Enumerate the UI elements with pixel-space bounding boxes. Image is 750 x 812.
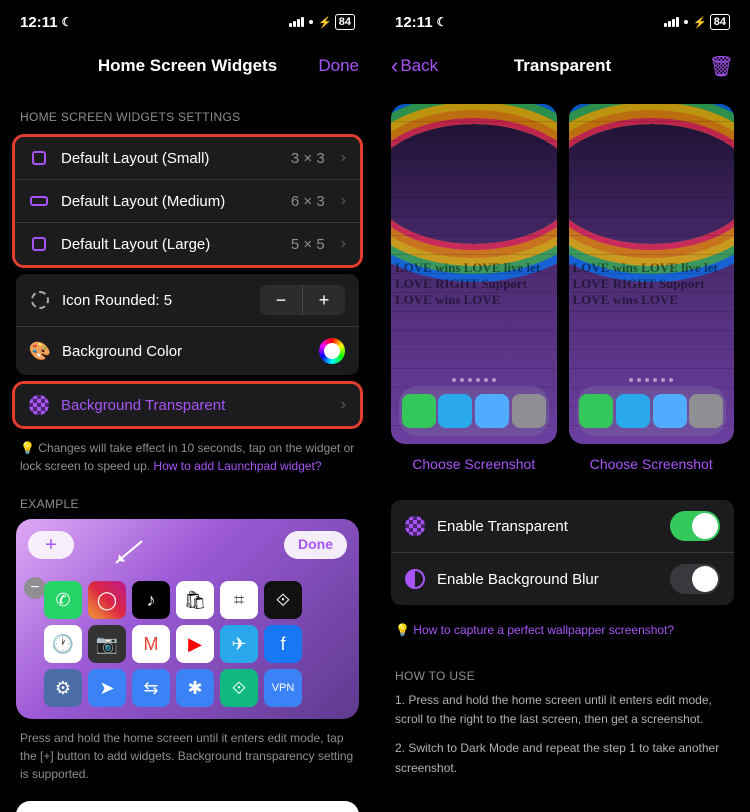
row-layout-small[interactable]: Default Layout (Small) 3 × 3 › xyxy=(15,137,360,180)
chevron-right-icon: › xyxy=(341,235,346,253)
howto-step-2: 2. Switch to Dark Mode and repeat the st… xyxy=(395,739,730,777)
row-label: Background Transparent xyxy=(61,397,325,414)
signal-icon xyxy=(289,17,304,27)
choose-screenshot-button[interactable]: Choose Screenshot xyxy=(569,444,735,476)
example-preview: + Done − ✆ ◯ ♪ 🛍 ⌗ ⟐ 🕐 📷 M ▶ ✈ f ⚙ xyxy=(16,519,359,719)
page-title: Home Screen Widgets xyxy=(98,56,277,76)
nav-bar: ‹ Back Transparent 🗑 xyxy=(375,44,750,88)
battery-icon: ⚡ 84 xyxy=(693,14,730,30)
screenshot-preview-dark[interactable]: LOVE wins LOVE live let LOVE RIGHT Suppo… xyxy=(569,104,735,444)
status-time: 12:11 xyxy=(395,14,433,31)
row-enable-transparent: Enable Transparent xyxy=(391,500,734,553)
launcher-box-card[interactable]: 🚀 Launcher Box (New) Lock Launcher Show … xyxy=(16,801,359,812)
section-header-example: EXAMPLE xyxy=(16,475,359,519)
nav-bar: Home Screen Widgets Done xyxy=(0,44,375,88)
row-label: Background Color xyxy=(62,343,307,360)
half-circle-icon xyxy=(405,569,425,589)
square-icon xyxy=(29,234,49,254)
chevron-right-icon: › xyxy=(341,149,346,167)
howto-step-1: 1. Press and hold the home screen until … xyxy=(395,691,730,729)
row-enable-blur: Enable Background Blur xyxy=(391,553,734,605)
stepper-plus[interactable]: + xyxy=(303,285,345,315)
dnd-moon-icon: ☾ xyxy=(437,15,448,29)
screen-widgets: 12:11 ☾ ⚡ 84 Home Screen Widgets Done HO… xyxy=(0,0,375,812)
row-value: 5 × 5 xyxy=(291,236,325,253)
checker-icon xyxy=(29,395,49,415)
done-pill: Done xyxy=(284,531,347,559)
section-header-howto: HOW TO USE xyxy=(375,647,750,691)
row-icon-rounded: Icon Rounded: 5 − + xyxy=(16,274,359,327)
signal-icon xyxy=(664,17,679,27)
status-bar: 12:11 ☾ ⚡ 84 xyxy=(375,0,750,44)
capture-tip-link[interactable]: How to capture a perfect wallpapper scre… xyxy=(413,623,674,637)
row-label: Default Layout (Small) xyxy=(61,150,279,167)
rectangle-icon xyxy=(29,191,49,211)
row-background-transparent[interactable]: Background Transparent › xyxy=(15,384,360,426)
chevron-right-icon: › xyxy=(341,396,346,414)
tip-link[interactable]: How to add Launchpad widget? xyxy=(153,459,321,473)
square-icon xyxy=(29,148,49,168)
row-value: 3 × 3 xyxy=(291,150,325,167)
highlight-box-1: Default Layout (Small) 3 × 3 › Default L… xyxy=(12,134,363,268)
screen-transparent: 12:11 ☾ ⚡ 84 ‹ Back Transparent 🗑 LOVE w… xyxy=(375,0,750,812)
example-icon-grid: ✆ ◯ ♪ 🛍 ⌗ ⟐ 🕐 📷 M ▶ ✈ f ⚙ ➤ ⇆ ✱ ⟐ VPN xyxy=(44,581,339,707)
example-description: Press and hold the home screen until it … xyxy=(16,719,359,793)
recording-dot-icon xyxy=(309,20,313,24)
howto-steps: 1. Press and hold the home screen until … xyxy=(375,691,750,778)
row-label: Enable Background Blur xyxy=(437,571,658,588)
remove-badge-icon: − xyxy=(24,577,46,599)
row-layout-large[interactable]: Default Layout (Large) 5 × 5 › xyxy=(15,223,360,265)
add-widget-pill: + xyxy=(28,531,74,559)
row-label: Default Layout (Medium) xyxy=(61,193,279,210)
trash-button[interactable]: 🗑 xyxy=(709,54,734,79)
transparent-toggle[interactable] xyxy=(670,511,720,541)
row-background-color[interactable]: 🎨 Background Color xyxy=(16,327,359,375)
dnd-moon-icon: ☾ xyxy=(62,15,73,29)
highlight-box-2: Background Transparent › xyxy=(12,381,363,429)
done-button[interactable]: Done xyxy=(318,56,359,76)
palette-icon: 🎨 xyxy=(30,341,50,361)
row-layout-medium[interactable]: Default Layout (Medium) 6 × 3 › xyxy=(15,180,360,223)
recording-dot-icon xyxy=(684,20,688,24)
rounded-stepper: − + xyxy=(260,285,345,315)
row-label: Enable Transparent xyxy=(437,518,658,535)
tip-text: 💡 Changes will take effect in 10 seconds… xyxy=(16,431,359,475)
dock xyxy=(577,386,727,436)
row-label: Default Layout (Large) xyxy=(61,236,279,253)
dashed-circle-icon xyxy=(30,290,50,310)
bulb-icon: 💡 xyxy=(395,623,413,637)
row-label: Icon Rounded: 5 xyxy=(62,292,248,309)
screenshot-preview-light[interactable]: LOVE wins LOVE live let LOVE RIGHT Suppo… xyxy=(391,104,557,444)
status-time: 12:11 xyxy=(20,14,58,31)
choose-screenshot-button[interactable]: Choose Screenshot xyxy=(391,444,557,476)
back-button[interactable]: ‹ Back xyxy=(391,53,438,79)
checker-icon xyxy=(405,516,425,536)
dock xyxy=(399,386,549,436)
stepper-minus[interactable]: − xyxy=(260,285,302,315)
row-value: 6 × 3 xyxy=(291,193,325,210)
chevron-right-icon: › xyxy=(341,192,346,210)
chevron-left-icon: ‹ xyxy=(391,53,398,79)
capture-tip: 💡 How to capture a perfect wallpapper sc… xyxy=(375,613,750,647)
status-bar: 12:11 ☾ ⚡ 84 xyxy=(0,0,375,44)
battery-icon: ⚡ 84 xyxy=(318,14,355,30)
page-title: Transparent xyxy=(514,56,611,76)
blur-toggle[interactable] xyxy=(670,564,720,594)
color-picker-icon[interactable] xyxy=(319,338,345,364)
section-header-settings: HOME SCREEN WIDGETS SETTINGS xyxy=(16,88,359,132)
